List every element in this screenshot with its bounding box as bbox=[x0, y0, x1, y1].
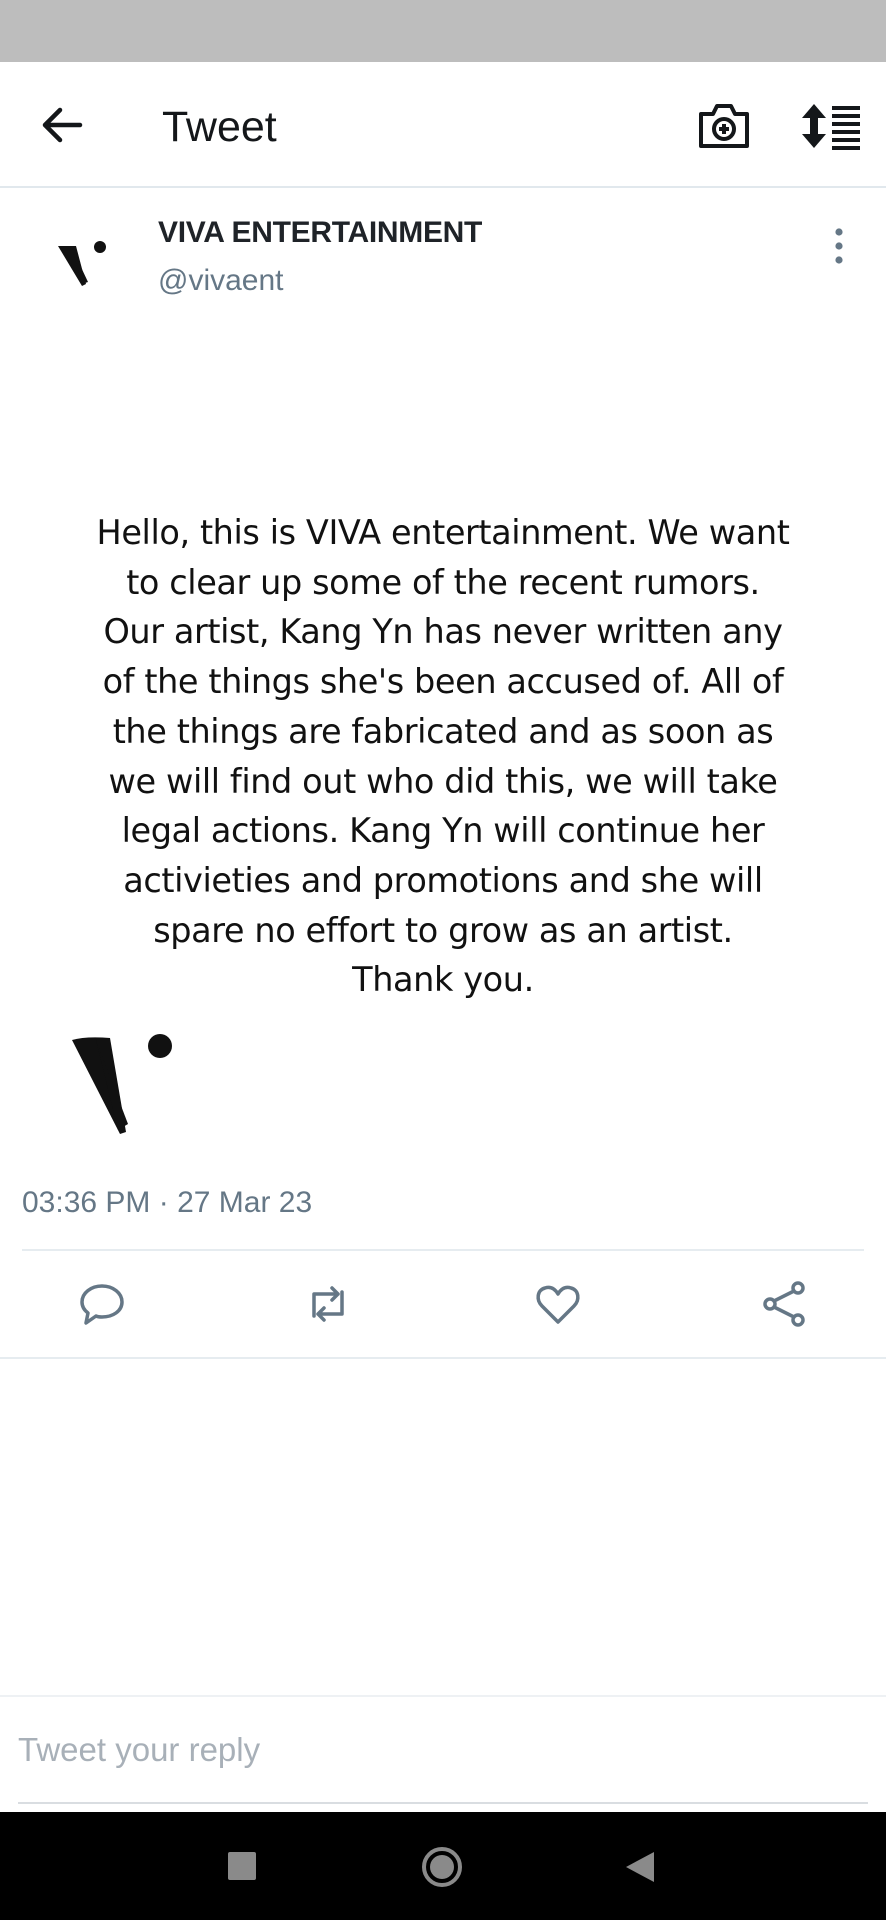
reply-input-underline bbox=[18, 1802, 868, 1804]
retweet-icon bbox=[312, 1286, 344, 1322]
statement-line: Hello, this is VIVA entertainment. We wa… bbox=[96, 513, 790, 552]
statement-line: legal actions. Kang Yn will continue her bbox=[121, 811, 765, 851]
divider bbox=[22, 1249, 864, 1251]
camera-button[interactable] bbox=[696, 100, 752, 152]
sort-button[interactable] bbox=[800, 102, 864, 150]
divider bbox=[0, 1357, 886, 1359]
statement-line: Our artist, Kang Yn has never written an… bbox=[103, 612, 783, 652]
app-bar: Tweet bbox=[0, 62, 886, 188]
viva-logo-mark bbox=[66, 1028, 186, 1138]
statement-line: the things are fabricated and as soon as bbox=[112, 711, 774, 751]
statement-line: of the things she's been accused of. All… bbox=[102, 662, 784, 702]
statement-line: Thank you. bbox=[352, 960, 534, 1000]
page-title: Tweet bbox=[162, 103, 277, 151]
like-button[interactable] bbox=[534, 1280, 582, 1328]
author-name[interactable]: VIVA ENTERTAINMENT bbox=[158, 216, 482, 250]
home-button[interactable] bbox=[420, 1845, 464, 1889]
home-icon bbox=[422, 1847, 462, 1887]
recents-icon[interactable] bbox=[228, 1852, 256, 1880]
status-bar bbox=[0, 0, 886, 62]
system-back-button[interactable] bbox=[624, 1850, 656, 1884]
statement-text: Hello, this is VIVA entertainment. We wa… bbox=[80, 508, 806, 1005]
author-handle[interactable]: @vivaent bbox=[158, 264, 284, 298]
share-button[interactable] bbox=[760, 1280, 808, 1328]
retweet-button[interactable] bbox=[304, 1280, 352, 1328]
back-button[interactable] bbox=[36, 98, 90, 152]
back-triangle-icon bbox=[626, 1852, 654, 1882]
sort-list-icon bbox=[802, 104, 860, 150]
statement-line: we will find out who did this, we will t… bbox=[108, 761, 778, 801]
statement-line: spare no effort to grow as an artist. bbox=[153, 910, 733, 950]
more-vertical-icon bbox=[835, 228, 843, 264]
arrow-left-icon bbox=[42, 107, 83, 143]
divider bbox=[0, 1695, 886, 1697]
reply-input[interactable] bbox=[18, 1722, 864, 1778]
statement-line: to clear up some of the recent rumors. bbox=[126, 562, 760, 602]
viva-logo-icon bbox=[58, 241, 106, 286]
heart-icon bbox=[536, 1285, 580, 1324]
statement-line: activieties and promotions and she will bbox=[123, 860, 763, 900]
camera-add-icon bbox=[699, 104, 749, 148]
reply-icon bbox=[80, 1284, 124, 1325]
reply-button[interactable] bbox=[78, 1280, 126, 1328]
tweet-timestamp: 03:36 PM · 27 Mar 23 bbox=[22, 1186, 313, 1219]
more-options-button[interactable] bbox=[826, 226, 852, 266]
share-icon bbox=[763, 1281, 805, 1327]
viva-logo-icon bbox=[72, 1034, 172, 1134]
avatar[interactable] bbox=[52, 230, 120, 298]
